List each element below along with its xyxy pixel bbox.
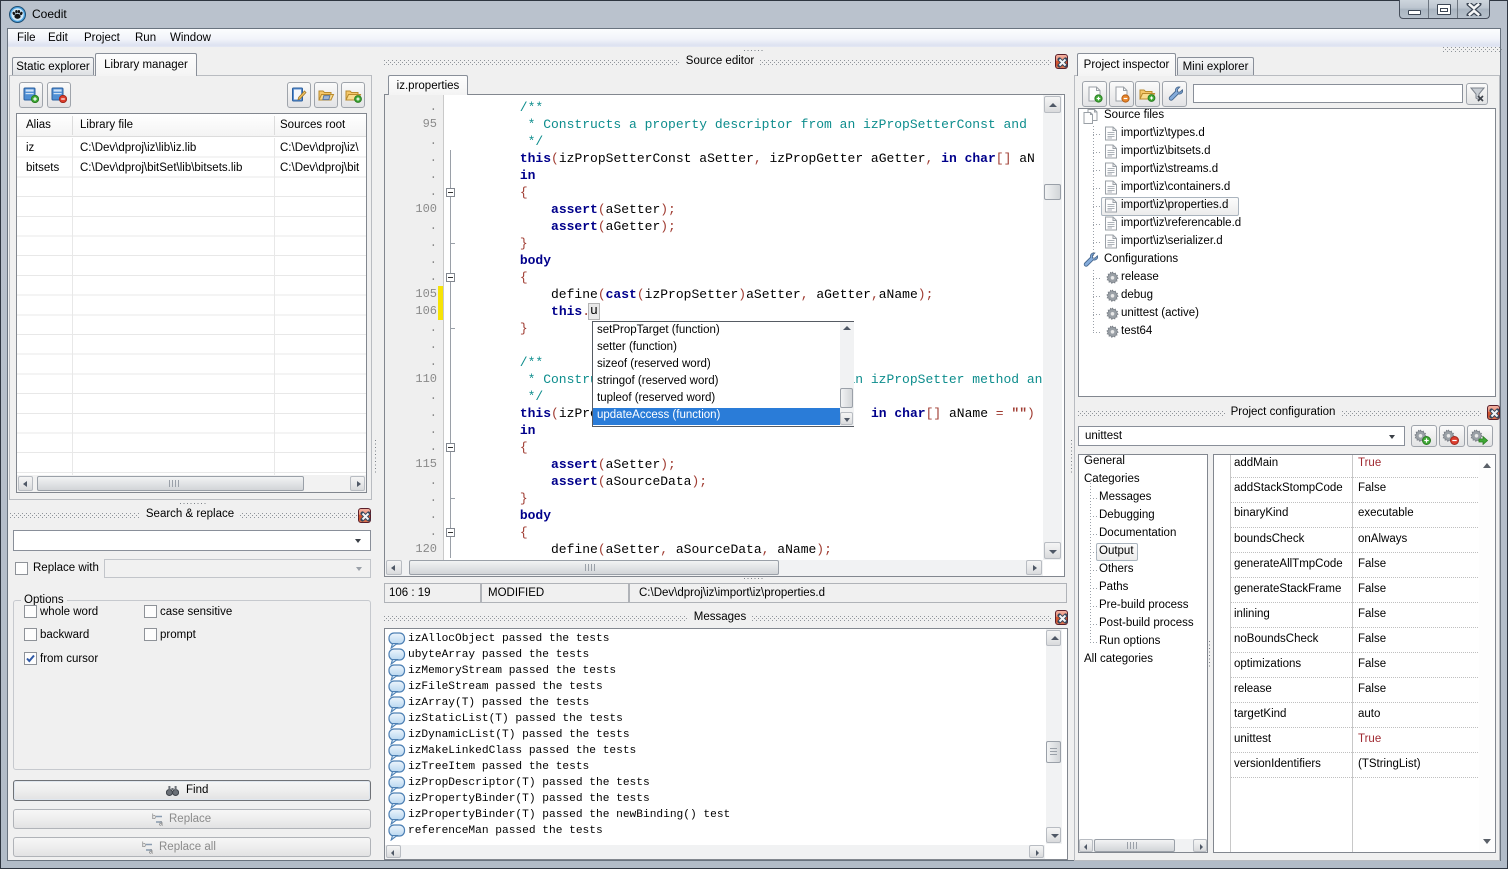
svg-text:b: b (152, 814, 156, 821)
svg-text:a: a (149, 849, 153, 855)
svg-text:b: b (142, 842, 146, 849)
svg-text:a: a (159, 821, 163, 827)
